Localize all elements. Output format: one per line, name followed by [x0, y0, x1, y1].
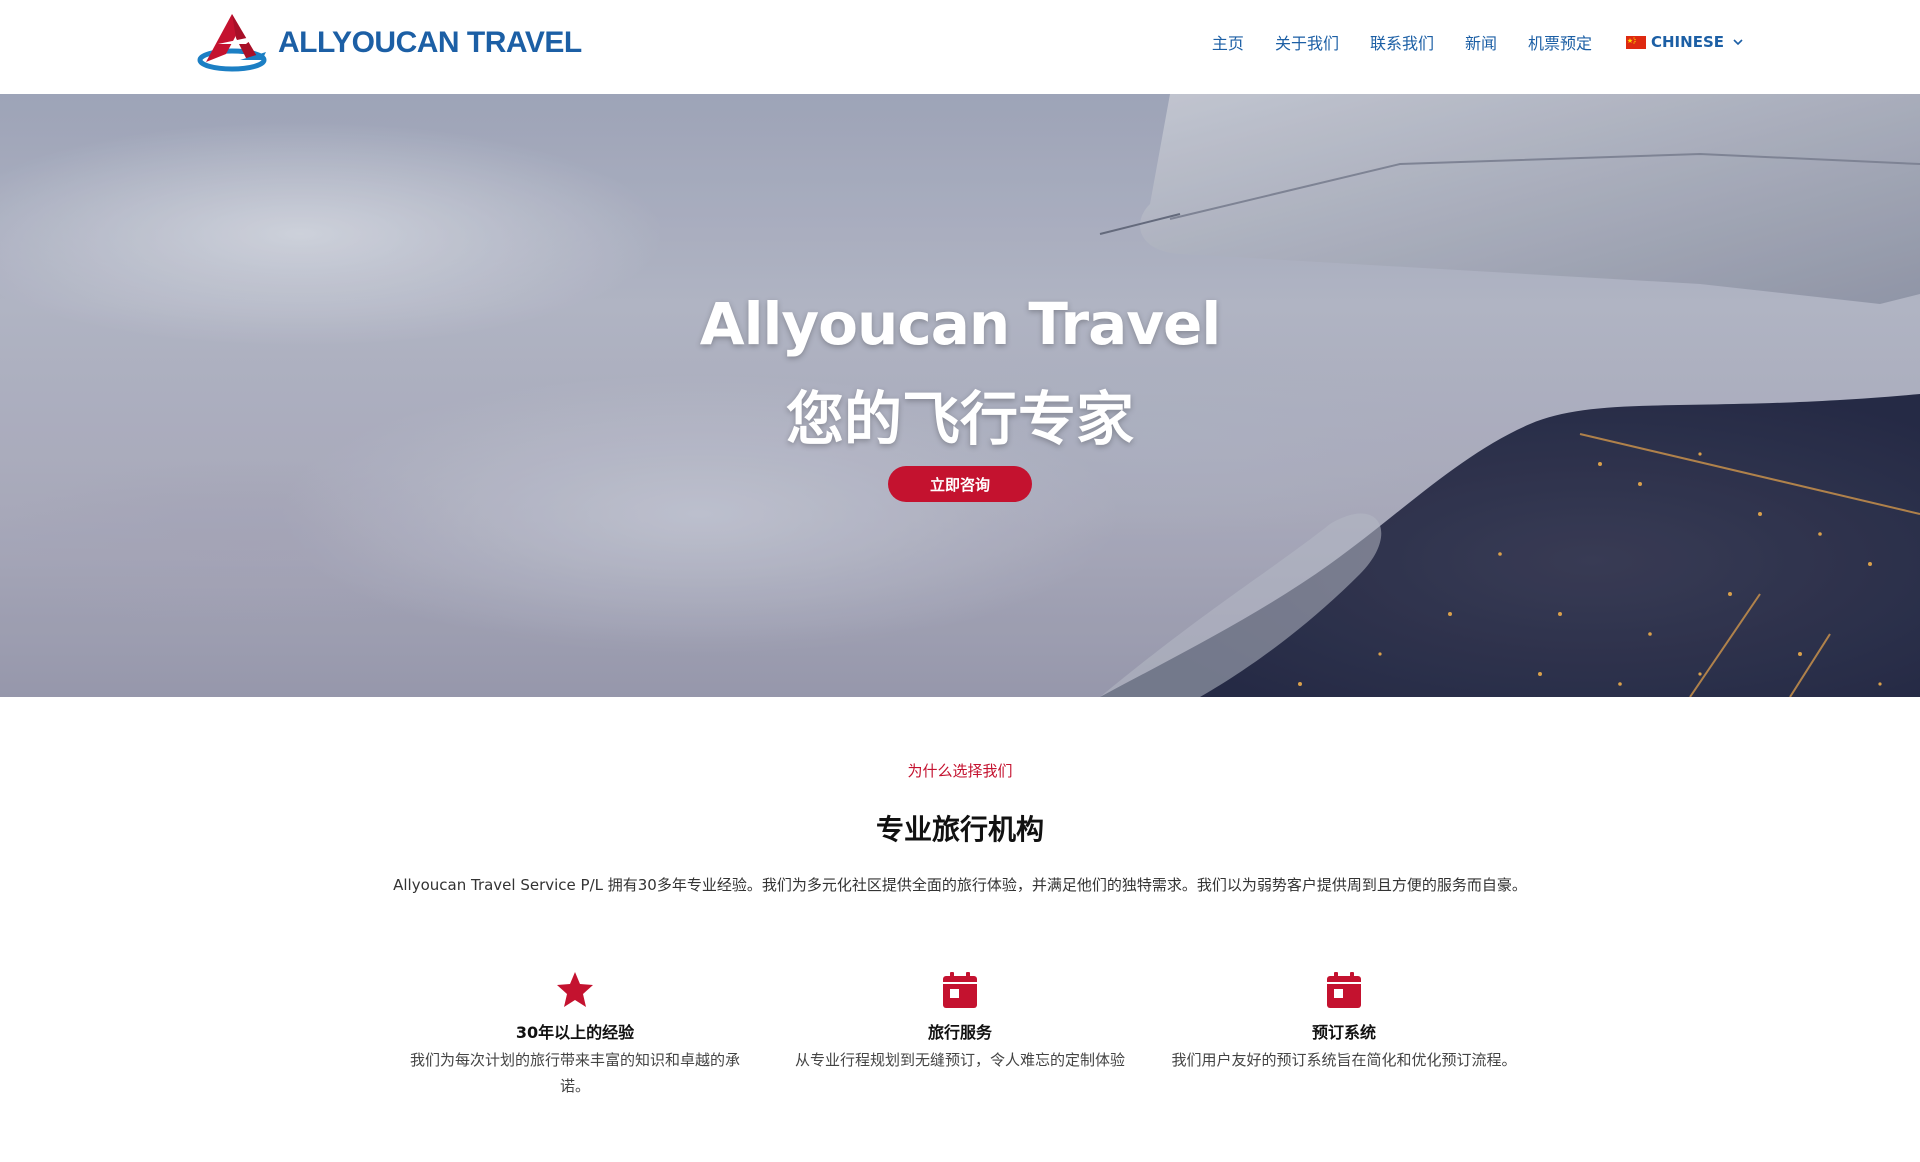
language-label: CHINESE — [1651, 33, 1724, 51]
language-switcher[interactable]: CHINESE — [1626, 33, 1744, 51]
feature-experience: 30年以上的经验 我们为每次计划的旅行带来丰富的知识和卓越的承诺。 — [400, 970, 750, 1099]
logo-plane-icon — [197, 14, 267, 72]
section-eyebrow: 为什么选择我们 — [907, 762, 1013, 780]
site-header: ALLYOUCAN TRAVEL 主页 关于我们 联系我们 新闻 机票预定 CH… — [0, 0, 1920, 94]
feature-description: 我们为每次计划的旅行带来丰富的知识和卓越的承诺。 — [409, 1051, 740, 1095]
feature-title: 预订系统 — [1311, 1023, 1376, 1042]
feature-title: 30年以上的经验 — [515, 1023, 635, 1042]
logo-text: ALLYOUCAN TRAVEL — [278, 26, 582, 59]
chevron-down-icon — [1733, 39, 1743, 46]
site-logo[interactable]: ALLYOUCAN TRAVEL — [196, 8, 582, 78]
feature-title: 旅行服务 — [927, 1023, 992, 1042]
china-flag-icon — [1626, 35, 1646, 49]
hero-title: Allyoucan Travel — [699, 290, 1222, 358]
feature-description: 我们用户友好的预订系统旨在简化和优化预订流程。 — [1171, 1051, 1517, 1069]
section-intro: Allyoucan Travel Service P/L 拥有30多年专业经验。… — [393, 876, 1527, 894]
section-title: 专业旅行机构 — [875, 813, 1044, 846]
calendar-icon — [943, 972, 977, 1008]
hero-banner: Allyoucan Travel 您的飞行专家 立即咨询 — [0, 94, 1920, 697]
nav-item-contact[interactable]: 联系我们 — [1370, 30, 1434, 54]
feature-travel-service: 旅行服务 从专业行程规划到无缝预订，令人难忘的定制体验 — [785, 970, 1135, 1073]
nav-item-about[interactable]: 关于我们 — [1275, 30, 1339, 54]
main-nav: 主页 关于我们 联系我们 新闻 机票预定 CHINESE — [1181, 0, 1744, 84]
nav-item-flight-booking[interactable]: 机票预定 — [1528, 30, 1592, 54]
consult-now-button[interactable]: 立即咨询 — [888, 466, 1032, 502]
star-icon — [557, 972, 593, 1007]
calendar-icon — [1327, 972, 1361, 1008]
feature-booking-system: 预订系统 我们用户友好的预订系统旨在简化和优化预订流程。 — [1169, 970, 1519, 1073]
nav-item-news[interactable]: 新闻 — [1465, 30, 1497, 54]
nav-item-home[interactable]: 主页 — [1212, 30, 1244, 54]
hero-subtitle: 您的飞行专家 — [785, 385, 1134, 453]
feature-description: 从专业行程规划到无缝预订，令人难忘的定制体验 — [794, 1051, 1125, 1069]
